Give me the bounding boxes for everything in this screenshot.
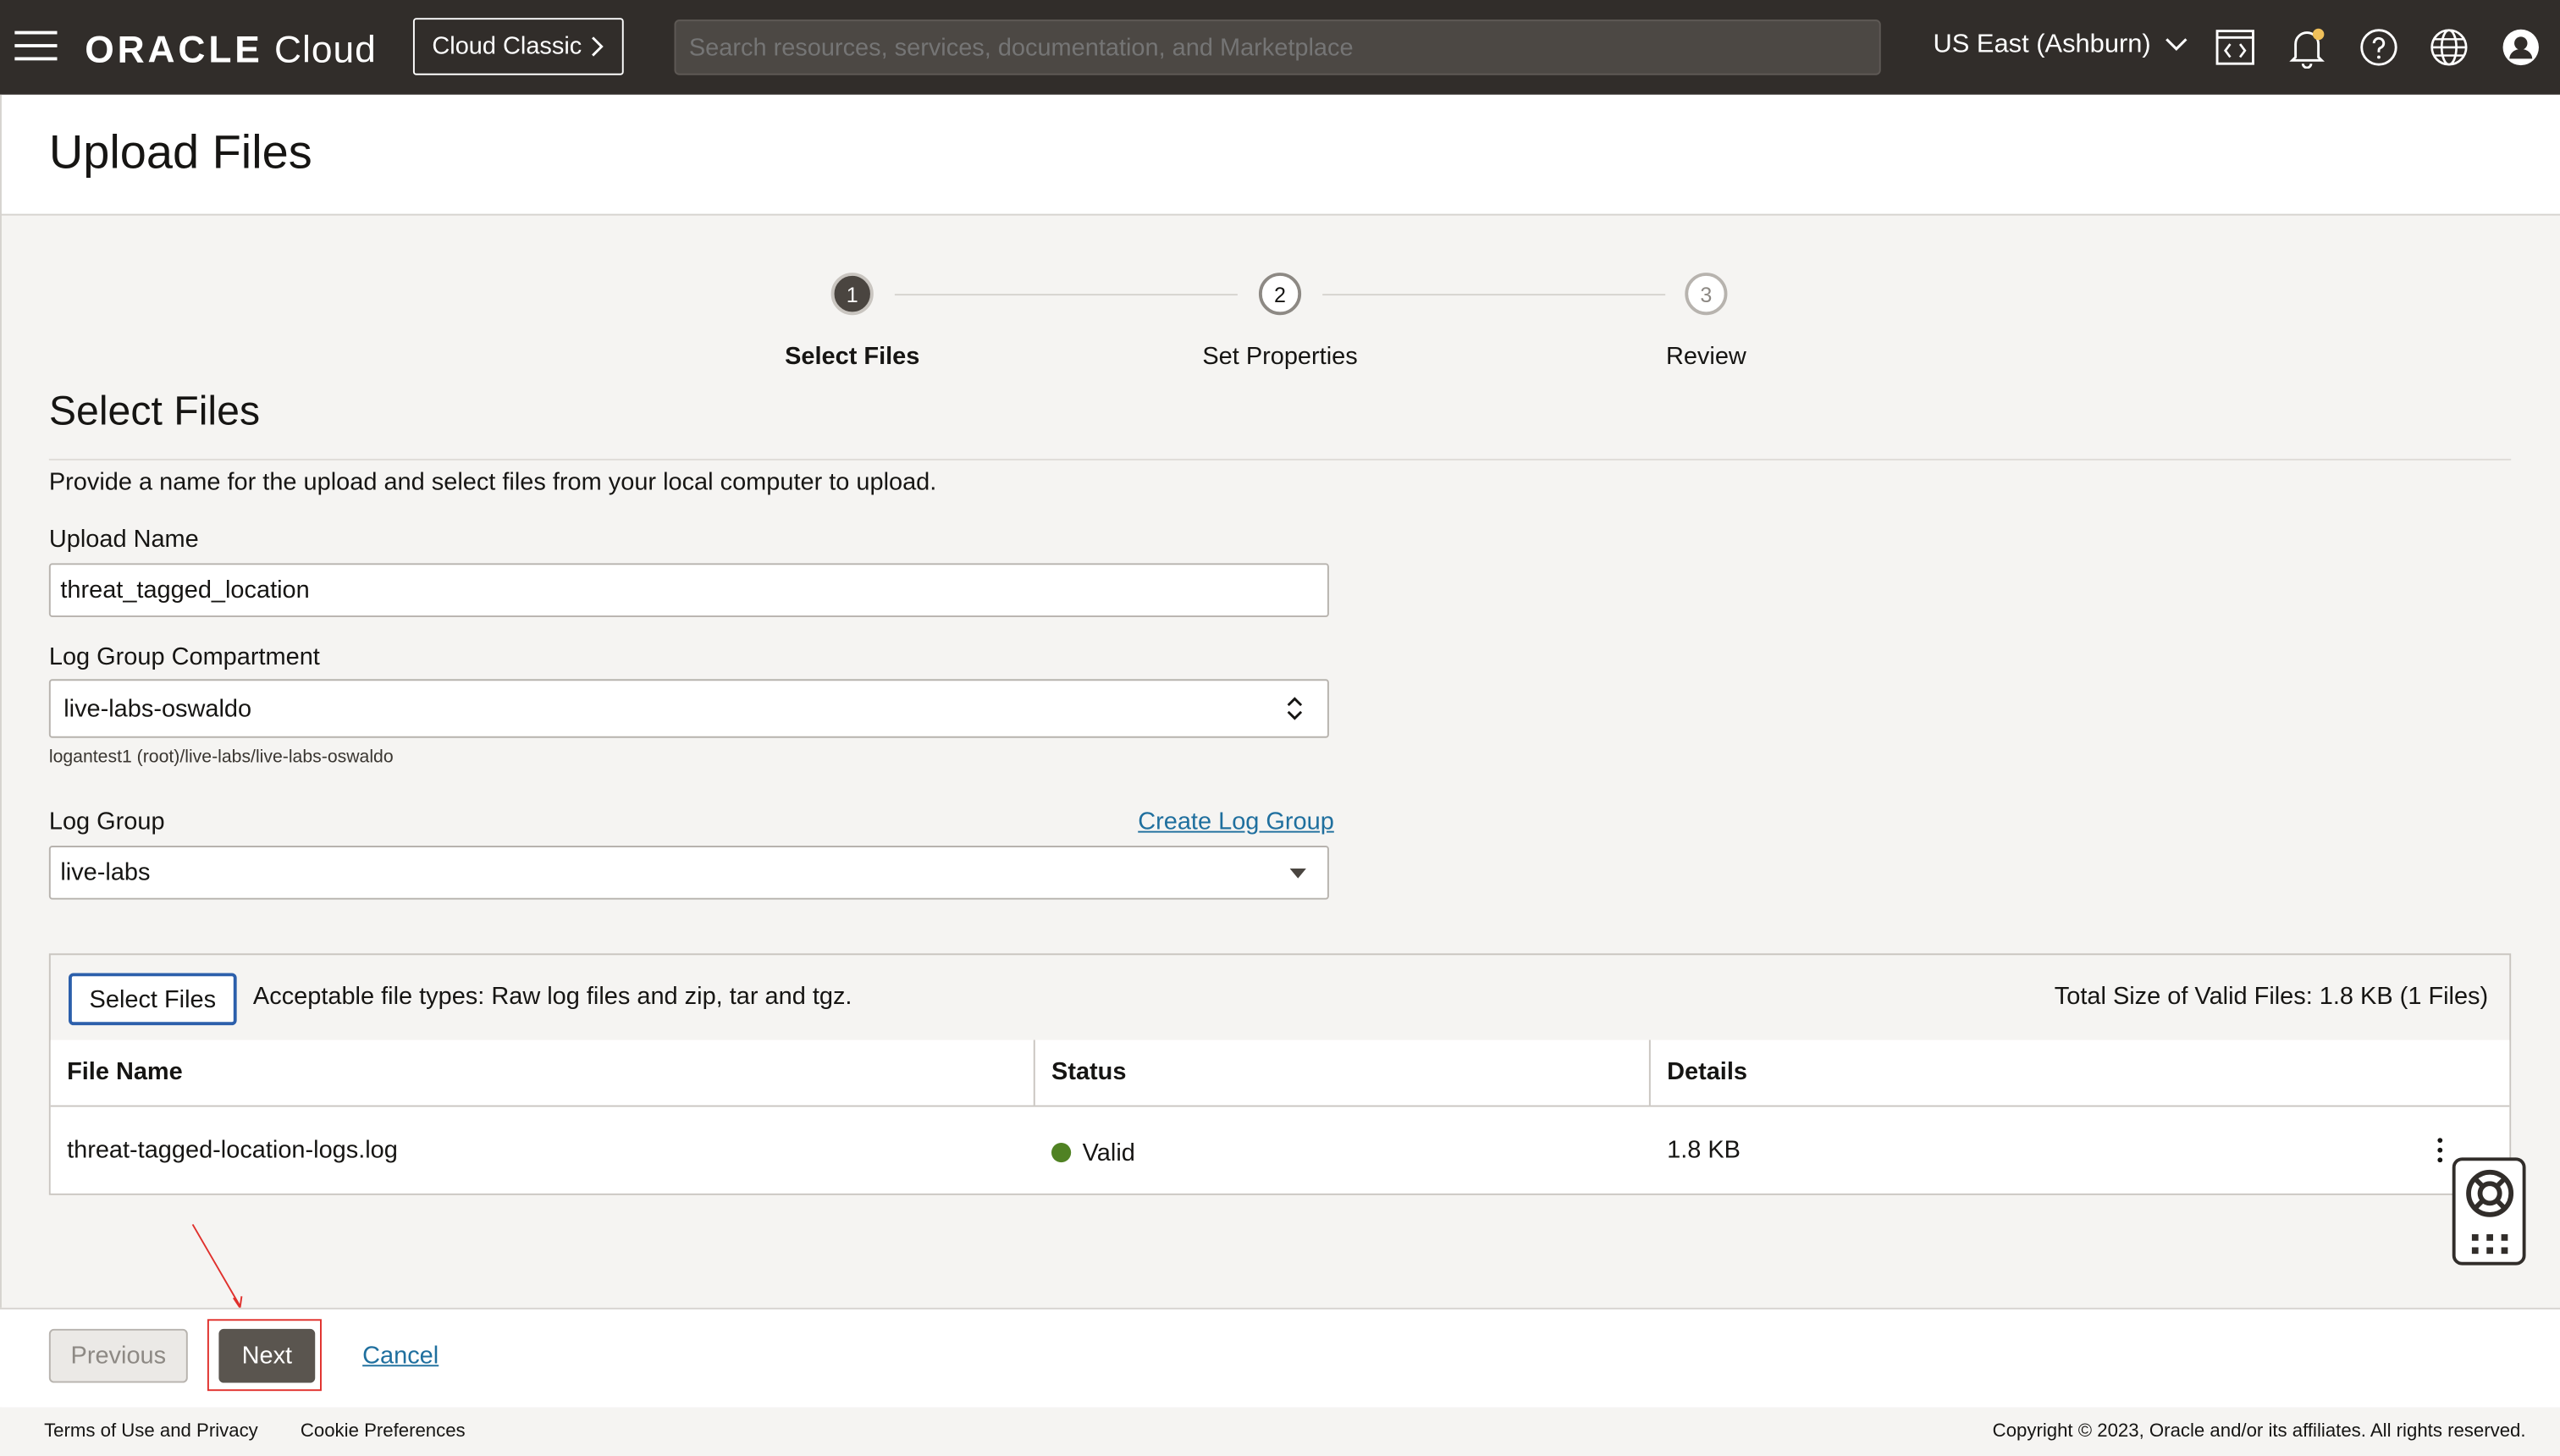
help-widget[interactable] bbox=[2452, 1157, 2526, 1266]
log-group-select[interactable]: live-labs bbox=[48, 846, 1329, 900]
step-3-label: Review bbox=[1665, 343, 1746, 371]
wizard-action-bar: Previous Next Cancel bbox=[0, 1307, 2560, 1408]
page-title: Upload Files bbox=[48, 127, 312, 180]
lifebuoy-icon bbox=[2466, 1169, 2514, 1217]
select-files-button[interactable]: Select Files bbox=[69, 973, 237, 1026]
copyright-text: Copyright © 2023, Oracle and/or its affi… bbox=[1992, 1421, 2526, 1442]
step-connector bbox=[894, 294, 1238, 296]
globe-icon[interactable] bbox=[2428, 26, 2470, 69]
caret-down-icon bbox=[1289, 869, 1306, 879]
terms-link[interactable]: Terms of Use and Privacy bbox=[44, 1422, 258, 1442]
create-log-group-link[interactable]: Create Log Group bbox=[1138, 808, 1334, 836]
cloud-classic-button[interactable]: Cloud Classic bbox=[412, 18, 624, 75]
status-cell: Valid bbox=[1035, 1110, 1135, 1196]
help-icon[interactable] bbox=[2358, 26, 2400, 69]
total-size: Total Size of Valid Files: 1.8 KB (1 Fil… bbox=[2054, 983, 2489, 1011]
step-connector bbox=[1322, 294, 1666, 296]
cookie-preferences-link[interactable]: Cookie Preferences bbox=[301, 1422, 466, 1442]
region-label: US East (Ashburn) bbox=[1933, 30, 2151, 59]
region-selector[interactable]: US East (Ashburn) bbox=[1933, 31, 2188, 61]
section-divider bbox=[48, 458, 2512, 461]
upload-name-input[interactable]: threat_tagged_location bbox=[48, 563, 1329, 618]
page-header: Upload Files bbox=[0, 94, 2560, 216]
table-row: threat-tagged-location-logs.log Valid 1.… bbox=[50, 1106, 2510, 1196]
step-2-label: Set Properties bbox=[1202, 343, 1358, 371]
section-title: Select Files bbox=[48, 389, 261, 435]
table-header: File Name Status Details bbox=[50, 1040, 2510, 1107]
apps-grid-icon bbox=[2471, 1234, 2508, 1255]
status-text: Valid bbox=[1082, 1139, 1135, 1167]
search-input[interactable] bbox=[674, 19, 1881, 75]
step-2-indicator: 2 bbox=[1258, 273, 1302, 316]
upload-name-value: threat_tagged_location bbox=[60, 576, 310, 604]
code-editor-icon[interactable] bbox=[2214, 26, 2256, 69]
upload-name-label: Upload Name bbox=[48, 526, 199, 554]
step-1-label: Select Files bbox=[785, 343, 920, 371]
column-header-file-name[interactable]: File Name bbox=[51, 1040, 1035, 1106]
user-profile-icon[interactable] bbox=[2500, 26, 2542, 69]
log-group-label: Log Group bbox=[48, 808, 165, 836]
hamburger-menu-icon[interactable] bbox=[14, 30, 58, 64]
log-group-value: live-labs bbox=[60, 858, 151, 887]
wizard-steps: 1 Select Files 2 Set Properties 3 Review bbox=[0, 269, 2560, 383]
compartment-select[interactable]: live-labs-oswaldo bbox=[48, 679, 1329, 738]
acceptable-file-types: Acceptable file types: Raw log files and… bbox=[252, 983, 852, 1011]
oracle-cloud-logo[interactable]: ORACLE Cloud bbox=[85, 28, 376, 72]
app-root: ORACLE Cloud Cloud Classic US East (Ashb… bbox=[0, 0, 2560, 1456]
column-header-details[interactable]: Details bbox=[1651, 1040, 2509, 1106]
annotation-arrow bbox=[191, 1223, 243, 1310]
page-footer: Terms of Use and Privacy Cookie Preferen… bbox=[0, 1407, 2560, 1456]
file-name-cell: threat-tagged-location-logs.log bbox=[67, 1136, 398, 1165]
details-cell: 1.8 KB bbox=[1667, 1136, 1741, 1165]
top-navigation-bar: ORACLE Cloud Cloud Classic US East (Ashb… bbox=[0, 0, 2560, 95]
cloud-classic-label: Cloud Classic bbox=[432, 32, 582, 61]
kebab-menu-icon[interactable] bbox=[2437, 1138, 2444, 1164]
next-button[interactable]: Next bbox=[218, 1328, 316, 1383]
files-toolbar: Select Files Acceptable file types: Raw … bbox=[50, 955, 2510, 1042]
compartment-value: live-labs-oswaldo bbox=[63, 694, 252, 723]
chevron-down-icon bbox=[2165, 38, 2188, 52]
bell-icon[interactable] bbox=[2286, 26, 2328, 69]
step-1-indicator: 1 bbox=[830, 273, 874, 316]
step-3-indicator: 3 bbox=[1685, 273, 1728, 316]
compartment-label: Log Group Compartment bbox=[48, 643, 320, 671]
compartment-path: logantest1 (root)/live-labs/live-labs-os… bbox=[48, 747, 394, 768]
files-panel: Select Files Acceptable file types: Raw … bbox=[48, 953, 2512, 1196]
previous-button[interactable]: Previous bbox=[48, 1328, 188, 1383]
column-divider bbox=[1648, 1040, 1651, 1106]
section-description: Provide a name for the upload and select… bbox=[48, 468, 937, 497]
cancel-link[interactable]: Cancel bbox=[362, 1342, 439, 1370]
chevron-right-icon bbox=[592, 36, 604, 57]
column-header-status[interactable]: Status bbox=[1035, 1040, 1651, 1106]
status-valid-icon bbox=[1051, 1143, 1072, 1163]
sort-updown-icon bbox=[1287, 697, 1303, 720]
column-divider bbox=[1033, 1040, 1035, 1106]
